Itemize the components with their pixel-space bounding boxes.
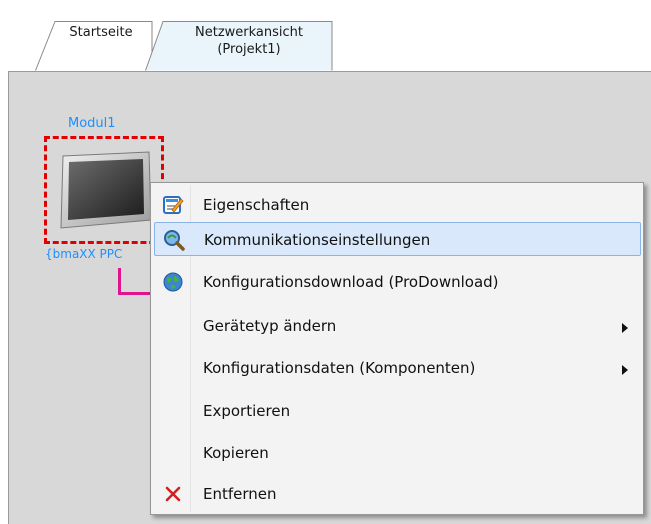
menu-item-konfigurationsdownload[interactable]: Konfigurationsdownload (ProDownload) <box>154 265 641 299</box>
menu-item-label: Exportieren <box>203 402 291 420</box>
menu-item-label: Konfigurationsdownload (ProDownload) <box>203 273 499 291</box>
communication-search-icon <box>163 229 185 251</box>
menu-item-eigenschaften[interactable]: Eigenschaften <box>154 188 641 222</box>
device-panel-pc-icon[interactable] <box>57 150 153 234</box>
tab-label: Netzwerkansicht (Projekt1) <box>195 25 303 57</box>
network-connection-line <box>118 268 152 295</box>
context-menu: Eigenschaften Kommunikationseinstellunge… <box>150 182 644 515</box>
menu-item-label: Eigenschaften <box>203 196 310 214</box>
menu-item-kommunikationseinstellungen[interactable]: Kommunikationseinstellungen <box>154 222 641 256</box>
menu-item-label: Kommunikationseinstellungen <box>204 231 431 249</box>
menu-item-label: Kopieren <box>203 444 269 462</box>
menu-item-label: Entfernen <box>203 485 277 503</box>
tab-label: Startseite <box>69 25 133 40</box>
submenu-arrow-icon <box>621 319 629 337</box>
properties-icon <box>162 194 184 216</box>
submenu-arrow-icon <box>621 361 629 379</box>
menu-item-label: Gerätetyp ändern <box>203 317 337 335</box>
device-type-label: {bmaXX PPC <box>45 247 123 261</box>
globe-download-icon <box>162 271 184 293</box>
menu-item-label: Konfigurationsdaten (Komponenten) <box>203 359 476 377</box>
menu-item-geraetetyp-aendern[interactable]: Gerätetyp ändern <box>154 309 641 343</box>
tab-netzwerkansicht[interactable]: Netzwerkansicht (Projekt1) <box>145 20 335 71</box>
menu-item-kopieren[interactable]: Kopieren <box>154 436 641 470</box>
tab-startseite[interactable]: Startseite <box>35 20 153 71</box>
tab-strip: Startseite Netzwerkansicht (Projekt1) <box>0 0 651 71</box>
menu-item-exportieren[interactable]: Exportieren <box>154 394 641 428</box>
menu-item-konfigurationsdaten[interactable]: Konfigurationsdaten (Komponenten) <box>154 351 641 385</box>
menu-item-entfernen[interactable]: Entfernen <box>154 477 641 511</box>
module-name-label[interactable]: Modul1 <box>68 116 116 131</box>
delete-x-icon <box>162 483 184 505</box>
